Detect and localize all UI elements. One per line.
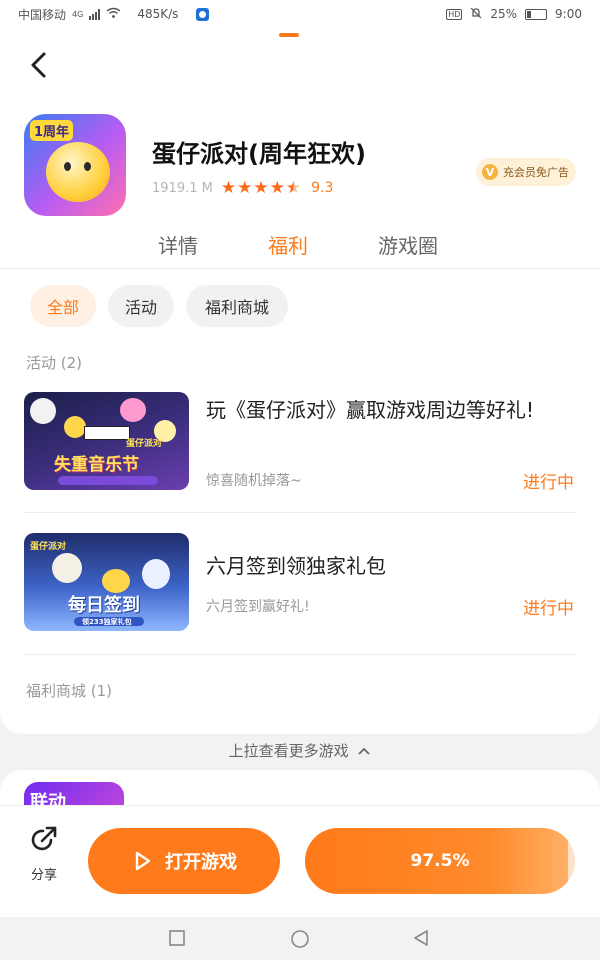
vip-icon: V: [482, 164, 498, 180]
notification-app-icon: [196, 7, 210, 21]
back-button[interactable]: [26, 50, 52, 80]
game-app-icon: 1周年: [24, 114, 126, 216]
open-game-button[interactable]: 打开游戏: [88, 828, 280, 894]
vip-label: 充会员免广告: [503, 166, 569, 179]
share-button[interactable]: 分享: [26, 824, 62, 883]
star-icon: ★: [220, 178, 237, 198]
eggy-mascot: [46, 142, 110, 202]
play-icon: [135, 851, 151, 871]
item-divider: [24, 654, 576, 655]
circle-icon[interactable]: [290, 929, 310, 949]
clock: 9:00: [555, 7, 582, 21]
tab-details[interactable]: 详情: [158, 230, 198, 259]
activity-title[interactable]: 六月签到领独家礼包: [206, 550, 566, 582]
system-nav-bar: [0, 917, 600, 960]
activity-subtitle: 六月签到赢好礼!: [206, 599, 310, 615]
star-icon: ★: [253, 178, 269, 198]
filter-all[interactable]: 全部: [30, 285, 96, 327]
vip-ad-free-button[interactable]: V 充会员免广告: [476, 158, 576, 186]
bottom-action-bar: 分享 打开游戏 97.5%: [0, 805, 600, 917]
filter-activity[interactable]: 活动: [108, 285, 174, 327]
game-title: 蛋仔派对(周年狂欢): [152, 140, 366, 168]
game-meta: 1919.1 M ★ ★ ★ ★ ★ 9.3: [152, 178, 333, 198]
rating-stars: ★ ★ ★ ★ ★: [221, 178, 301, 198]
progress-label: 97.5%: [410, 851, 470, 871]
battery-percent: 25%: [490, 7, 518, 21]
chevron-up-icon: [358, 747, 371, 755]
mute-icon: [470, 7, 482, 22]
back-arrow-icon: [31, 52, 46, 78]
activity-status: 进行中: [523, 473, 574, 493]
square-icon[interactable]: [168, 929, 186, 947]
section-activity-label: 活动 (2): [26, 354, 83, 372]
pull-up-label: 上拉查看更多游戏: [228, 742, 349, 760]
signal-icon: [89, 8, 101, 20]
tab-divider: [0, 268, 600, 269]
star-icon: ★: [269, 178, 285, 198]
open-game-label: 打开游戏: [165, 852, 237, 873]
network-type: 4G: [72, 9, 84, 19]
status-bar: 中国移动 4G 485K/s HD 25% 9:00: [0, 0, 600, 28]
image-title: 失重音乐节: [54, 455, 139, 475]
tab-bar: 详情 福利 游戏圈: [0, 230, 600, 268]
triangle-back-icon[interactable]: [412, 929, 430, 947]
share-icon: [31, 826, 57, 851]
activity-image-daily-checkin[interactable]: 蛋仔派对 每日签到 领233独家礼包: [24, 533, 189, 631]
game-size: 1919.1 M: [152, 180, 213, 196]
section-mall-label: 福利商城 (1): [26, 682, 113, 700]
image-subtitle: 领233独家礼包: [82, 618, 132, 626]
image-logo: 蛋仔派对: [30, 542, 67, 552]
battery-icon: [525, 8, 548, 20]
share-label: 分享: [30, 868, 57, 883]
download-progress-button[interactable]: 97.5%: [305, 828, 575, 894]
activity-status: 进行中: [523, 599, 574, 619]
wifi-icon: [106, 7, 121, 21]
network-speed: 485K/s: [137, 7, 179, 21]
item-divider: [24, 512, 576, 513]
activity-subtitle: 惊喜随机掉落~: [206, 473, 302, 489]
tab-welfare[interactable]: 福利: [268, 230, 308, 259]
star-half-icon: ★: [285, 178, 302, 198]
tab-game-circle[interactable]: 游戏圈: [378, 230, 438, 259]
hd-icon: HD: [446, 8, 463, 20]
pull-up-hint[interactable]: 上拉查看更多游戏: [0, 740, 600, 761]
anniversary-badge: 1周年: [30, 120, 74, 141]
filter-welfare-mall[interactable]: 福利商城: [186, 285, 288, 327]
active-tab-indicator: [279, 33, 299, 37]
star-icon: ★: [237, 178, 253, 198]
image-title: 每日签到: [68, 595, 140, 616]
carrier-label: 中国移动: [18, 7, 67, 22]
activity-title[interactable]: 玩《蛋仔派对》赢取游戏周边等好礼!: [206, 394, 566, 426]
rating-score: 9.3: [311, 180, 334, 196]
image-logo: 蛋仔派对: [126, 439, 163, 449]
activity-image-music-festival[interactable]: 蛋仔派对 失重音乐节: [24, 392, 189, 490]
